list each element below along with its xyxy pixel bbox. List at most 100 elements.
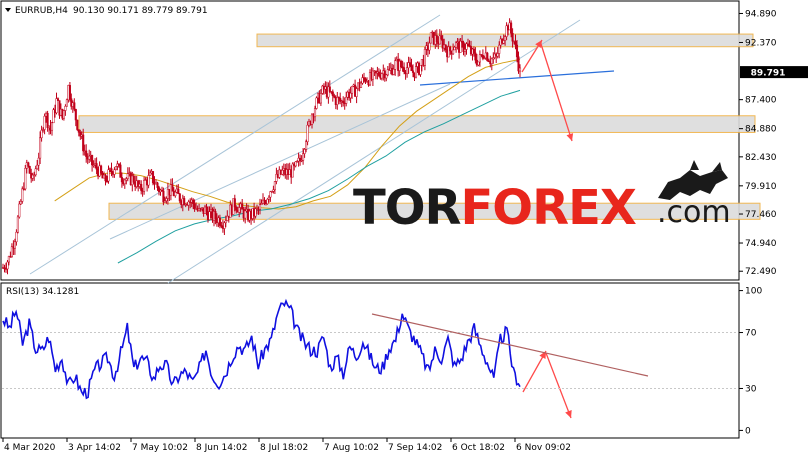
rsi-pane[interactable] [0, 282, 740, 439]
candle [244, 210, 247, 219]
candle [46, 113, 49, 128]
candle [406, 67, 409, 75]
candle [123, 179, 126, 185]
candle [119, 164, 122, 178]
candle [294, 161, 297, 167]
candle [440, 35, 443, 40]
candle [477, 61, 480, 66]
candle [380, 73, 383, 79]
candle [132, 175, 135, 183]
candle [490, 58, 493, 64]
candle [149, 172, 152, 176]
candle [411, 70, 415, 73]
candle [6, 261, 9, 270]
candle [302, 153, 305, 161]
time-tick-label: 7 May 10:02 [132, 443, 188, 453]
candle [171, 184, 174, 192]
candle [64, 106, 67, 111]
price-tick-label: 74.940 [745, 239, 777, 249]
time-tick-label: 6 Oct 18:02 [452, 443, 505, 453]
candle [16, 216, 19, 233]
price-tick-label: 84.880 [745, 125, 777, 135]
candle [355, 88, 358, 97]
candle [238, 207, 241, 213]
candle [13, 241, 16, 249]
candle [147, 175, 150, 186]
candle [205, 206, 208, 212]
candle [50, 122, 54, 131]
price-tick-label: 77.460 [745, 210, 777, 220]
candle [224, 220, 227, 224]
candle [410, 65, 413, 72]
candle [428, 42, 431, 51]
price-header: EURRUB,H4 90.130 90.171 89.779 89.791 [5, 6, 208, 16]
candle [269, 191, 272, 198]
candle [223, 222, 226, 229]
watermark-forex: FOREX [461, 180, 637, 236]
candle [463, 49, 467, 52]
price-tick-label: 94.890 [745, 10, 777, 20]
candle [400, 60, 403, 68]
time-tick-label: 8 Jul 18:02 [260, 443, 308, 453]
candle [305, 141, 308, 150]
candle [178, 193, 181, 202]
rsi-tick-label: 30 [745, 385, 757, 395]
candle [100, 165, 103, 174]
candle [156, 182, 159, 188]
candle [313, 108, 317, 118]
candle [27, 162, 30, 167]
candle [77, 129, 80, 133]
candle [21, 188, 24, 202]
candle [409, 62, 412, 66]
candle [403, 67, 406, 73]
candle [143, 180, 146, 192]
candle [82, 134, 85, 152]
price-tick-label: 92.370 [745, 39, 777, 49]
current-price-tag: 89.791 [740, 66, 808, 79]
time-axis: 4 Mar 2020 3 Apr 14:02 7 May 10:02 8 Jun 14… [2, 438, 571, 453]
candle [18, 203, 21, 218]
ohlc-values: 90.130 90.171 89.779 89.791 [73, 6, 208, 16]
candle [56, 98, 60, 101]
candle [183, 198, 186, 206]
candle [459, 40, 462, 53]
rsi-axis: 100 70 30 0 [739, 287, 762, 436]
candle [235, 206, 238, 211]
candle [104, 174, 107, 182]
candle [342, 100, 345, 104]
price-tick-label: 72.490 [745, 267, 777, 277]
candle [452, 49, 455, 55]
candle [474, 52, 477, 61]
candle [177, 188, 180, 195]
candle [478, 54, 481, 63]
candle [43, 115, 46, 130]
candle [192, 199, 195, 204]
watermark-text: TORFOREX [353, 180, 637, 236]
watermark-com: .com [657, 195, 731, 230]
candle [518, 67, 522, 72]
candle [394, 60, 397, 70]
candle [306, 124, 309, 142]
candle [114, 166, 117, 171]
candle [36, 164, 39, 170]
rsi-label: RSI(13) 34.1281 [6, 287, 79, 297]
candle [419, 65, 422, 75]
rsi-tick-label: 0 [745, 426, 751, 436]
candle [364, 78, 367, 82]
time-tick-label: 8 Jun 14:02 [196, 443, 247, 453]
candle [496, 53, 499, 57]
candle [435, 35, 438, 43]
candle [241, 203, 244, 210]
candle [510, 22, 513, 34]
candle [345, 96, 348, 104]
candle [359, 82, 363, 88]
chart-canvas[interactable]: TORFOREX .com 94.890 92.370 87.400 84.880 82… [0, 0, 808, 458]
candle [208, 211, 211, 220]
candle [315, 97, 318, 109]
candle [336, 97, 339, 105]
watermark-tor: TOR [353, 180, 461, 236]
time-tick-label: 4 Mar 2020 [4, 443, 56, 453]
time-tick-label: 3 Apr 14:02 [68, 443, 121, 453]
candle [165, 198, 168, 202]
candle [281, 170, 284, 175]
